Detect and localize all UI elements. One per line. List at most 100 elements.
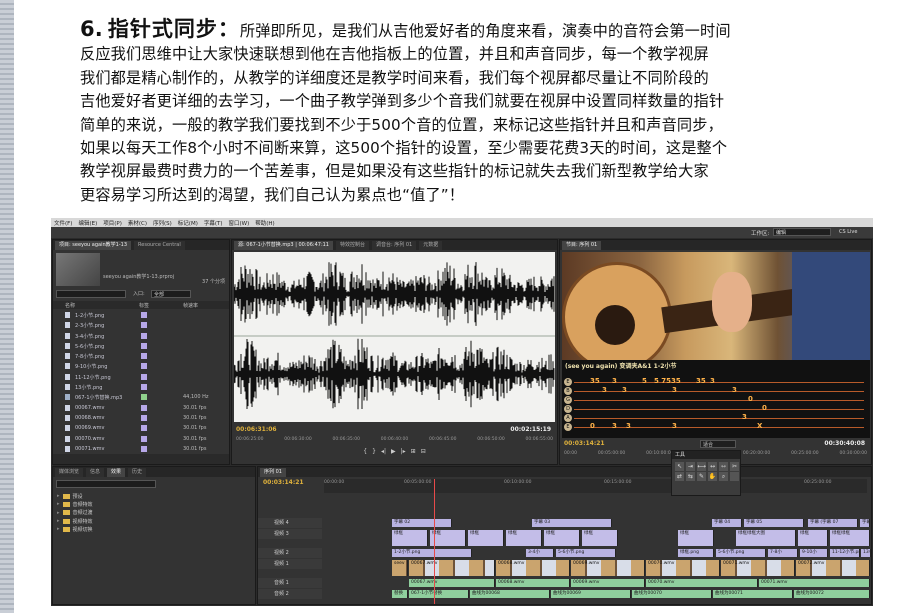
image-clip[interactable]: 11-12小节.pn bbox=[830, 549, 860, 557]
frame-clip[interactable]: 绿框绿框大图 bbox=[736, 530, 796, 546]
selection-tool-icon[interactable]: ↖ bbox=[675, 462, 684, 471]
list-item[interactable]: 00071.wmv 30.01 fps bbox=[53, 444, 229, 454]
list-item[interactable]: 5-6小节.png bbox=[53, 341, 229, 351]
zoom-tool-icon[interactable]: ⌕ bbox=[719, 472, 728, 481]
mark-out-icon[interactable]: } bbox=[372, 448, 376, 455]
frame-clip[interactable]: 绿框 bbox=[392, 530, 428, 546]
expand-arrow-icon[interactable]: ▸ bbox=[57, 501, 60, 507]
track-audio-1[interactable]: 音频 1 00067.wmv 00068.wmv 00069.wmv 00070… bbox=[258, 578, 871, 588]
play-icon[interactable]: ▶ bbox=[391, 448, 396, 455]
audio-clip[interactable]: 00069.wmv bbox=[571, 579, 645, 587]
list-item[interactable]: 2-3小节.png bbox=[53, 320, 229, 330]
tab-program[interactable]: 节目: 序列 01 bbox=[562, 240, 602, 250]
menu-edit[interactable]: 编辑(E) bbox=[78, 219, 97, 227]
audio-clip[interactable]: 00068.wmv bbox=[496, 579, 570, 587]
frame-clip[interactable]: 绿框 bbox=[430, 530, 466, 546]
list-item[interactable]: 9-10小节.png bbox=[53, 361, 229, 371]
column-rate[interactable]: 帧速率 bbox=[183, 302, 198, 309]
mark-in-icon[interactable]: { bbox=[363, 448, 367, 455]
video-frame[interactable] bbox=[562, 252, 870, 360]
title-clip[interactable]: 字幕 02 bbox=[392, 519, 452, 527]
source-ruler[interactable]: 00:06:25:00 00:06:30:00 00:06:35:00 00:0… bbox=[236, 437, 553, 443]
image-clip[interactable]: 9-10小 bbox=[800, 549, 828, 557]
list-item[interactable]: 00069.wmv 30.01 fps bbox=[53, 423, 229, 433]
effects-folder-video-effects[interactable]: ▸ 视频特效 bbox=[57, 517, 93, 525]
razor-tool-icon[interactable]: ✂ bbox=[730, 462, 739, 471]
tab-audio-mixer[interactable]: 调音台: 序列 01 bbox=[372, 240, 417, 250]
track-select-tool-icon[interactable]: ⇥ bbox=[686, 462, 695, 471]
ripple-edit-tool-icon[interactable]: ⟷ bbox=[697, 462, 706, 471]
video-clip[interactable]: 00067.wmv bbox=[409, 560, 495, 576]
expand-arrow-icon[interactable]: ▸ bbox=[57, 510, 60, 516]
menu-help[interactable]: 帮助(H) bbox=[255, 219, 274, 227]
frame-clip[interactable]: 绿框 bbox=[506, 530, 542, 546]
menu-clip[interactable]: 素材(C) bbox=[128, 219, 147, 227]
insert-icon[interactable]: ⊞ bbox=[411, 448, 416, 455]
image-clip[interactable]: 3-4小 bbox=[526, 549, 554, 557]
track-header[interactable]: 视频 1 bbox=[258, 559, 322, 569]
column-label[interactable]: 标签 bbox=[139, 302, 149, 309]
image-clip[interactable]: 13小 bbox=[861, 549, 871, 557]
audio-clip[interactable]: 曲线为00068 bbox=[470, 590, 550, 598]
list-item[interactable]: 11-12小节.png bbox=[53, 372, 229, 382]
tab-metadata[interactable]: 元数据 bbox=[419, 240, 443, 250]
tab-effect-controls[interactable]: 特效控制台 bbox=[336, 240, 370, 250]
audio-clip[interactable]: 曲线为00072 bbox=[794, 590, 870, 598]
tab-project[interactable]: 项目: seeyou again教学1-13 bbox=[55, 240, 132, 250]
audio-clip[interactable]: 替换 bbox=[392, 590, 408, 598]
step-forward-icon[interactable]: |▸ bbox=[401, 448, 406, 455]
track-video-2[interactable]: 视频 2 1-2小节.png 3-4小 5-6小节.png 绿框.png 5-6… bbox=[258, 548, 871, 558]
frame-clip[interactable]: 绿框 bbox=[798, 530, 828, 546]
overwrite-icon[interactable]: ⊟ bbox=[421, 448, 426, 455]
image-clip[interactable]: 绿框.png bbox=[678, 549, 714, 557]
track-video-1[interactable]: 视频 1 seev 00067.wmv 00068.wmv 00069.wmv … bbox=[258, 559, 871, 577]
zoom-fit-select[interactable]: 适合 bbox=[700, 440, 736, 448]
track-header[interactable]: 视频 2 bbox=[258, 548, 322, 558]
tab-info[interactable]: 信息 bbox=[86, 467, 105, 477]
frame-clip[interactable]: 绿框 bbox=[582, 530, 618, 546]
slide-tool-icon[interactable]: ⇆ bbox=[686, 472, 695, 481]
audio-clip[interactable]: 00071.wmv bbox=[759, 579, 870, 587]
playhead[interactable] bbox=[434, 479, 435, 604]
source-timecode[interactable]: 00:06:31:06 bbox=[236, 426, 277, 433]
image-clip[interactable]: 5-6小节.png bbox=[556, 549, 616, 557]
title-clip[interactable]: 字幕 05 bbox=[744, 519, 804, 527]
sequence-timecode[interactable]: 00:03:14:21 bbox=[263, 479, 304, 486]
hand-tool-icon[interactable]: ✋ bbox=[708, 472, 717, 481]
rolling-edit-tool-icon[interactable]: ↔ bbox=[708, 462, 717, 471]
video-clip[interactable]: 00071.wmv bbox=[721, 560, 795, 576]
tab-history[interactable]: 历史 bbox=[128, 467, 147, 477]
tab-source[interactable]: 源: 067-1小节替换.mp3 | 00:06:47:11 bbox=[234, 240, 333, 250]
frame-clip[interactable]: 绿框 bbox=[678, 530, 714, 546]
effects-folder-presets[interactable]: ▸ 预设 bbox=[57, 492, 93, 500]
title-clip[interactable]: 字幕 03 bbox=[532, 519, 612, 527]
effects-folder-audio-effects[interactable]: ▸ 音频特效 bbox=[57, 500, 93, 508]
image-clip[interactable]: 5-6小节.png bbox=[716, 549, 766, 557]
track-header[interactable]: 视频 3 bbox=[258, 529, 322, 539]
project-search-input[interactable] bbox=[56, 290, 126, 298]
track-header[interactable]: 音频 2 bbox=[258, 589, 322, 599]
audio-clip[interactable]: 曲线为00070 bbox=[632, 590, 712, 598]
audio-clip[interactable]: 00070.wmv bbox=[646, 579, 758, 587]
expand-arrow-icon[interactable]: ▸ bbox=[57, 526, 60, 532]
audio-waveform[interactable] bbox=[233, 252, 555, 422]
menu-marker[interactable]: 标记(M) bbox=[178, 219, 198, 227]
rate-stretch-tool-icon[interactable]: ⇿ bbox=[719, 462, 728, 471]
pen-tool-icon[interactable]: ✎ bbox=[697, 472, 706, 481]
audio-clip[interactable]: 00067.wmv bbox=[409, 579, 495, 587]
effects-folder-video-transitions[interactable]: ▸ 视频切换 bbox=[57, 525, 93, 533]
menu-window[interactable]: 窗口(W) bbox=[229, 219, 250, 227]
step-back-icon[interactable]: ◂| bbox=[381, 448, 386, 455]
title-clip[interactable]: 字幕 (字幕 07 bbox=[808, 519, 858, 527]
tab-resource-central[interactable]: Resource Central bbox=[134, 240, 185, 250]
video-clip[interactable]: 00068.wmv bbox=[496, 560, 570, 576]
video-clip[interactable]: 00072.wmv bbox=[796, 560, 870, 576]
sequence-ruler[interactable]: 00:00:00 00:05:00:00 00:10:00:00 00:15:0… bbox=[324, 479, 867, 493]
video-clip[interactable]: 00069.wmv bbox=[571, 560, 645, 576]
program-timecode[interactable]: 00:03:14:21 bbox=[564, 440, 605, 447]
title-clip[interactable]: 字幕 04 bbox=[712, 519, 742, 527]
menu-project[interactable]: 项目(P) bbox=[103, 219, 122, 227]
expand-arrow-icon[interactable]: ▸ bbox=[57, 518, 60, 524]
audio-clip[interactable]: 曲线为00071 bbox=[713, 590, 793, 598]
list-item[interactable]: 13小节.png bbox=[53, 382, 229, 392]
